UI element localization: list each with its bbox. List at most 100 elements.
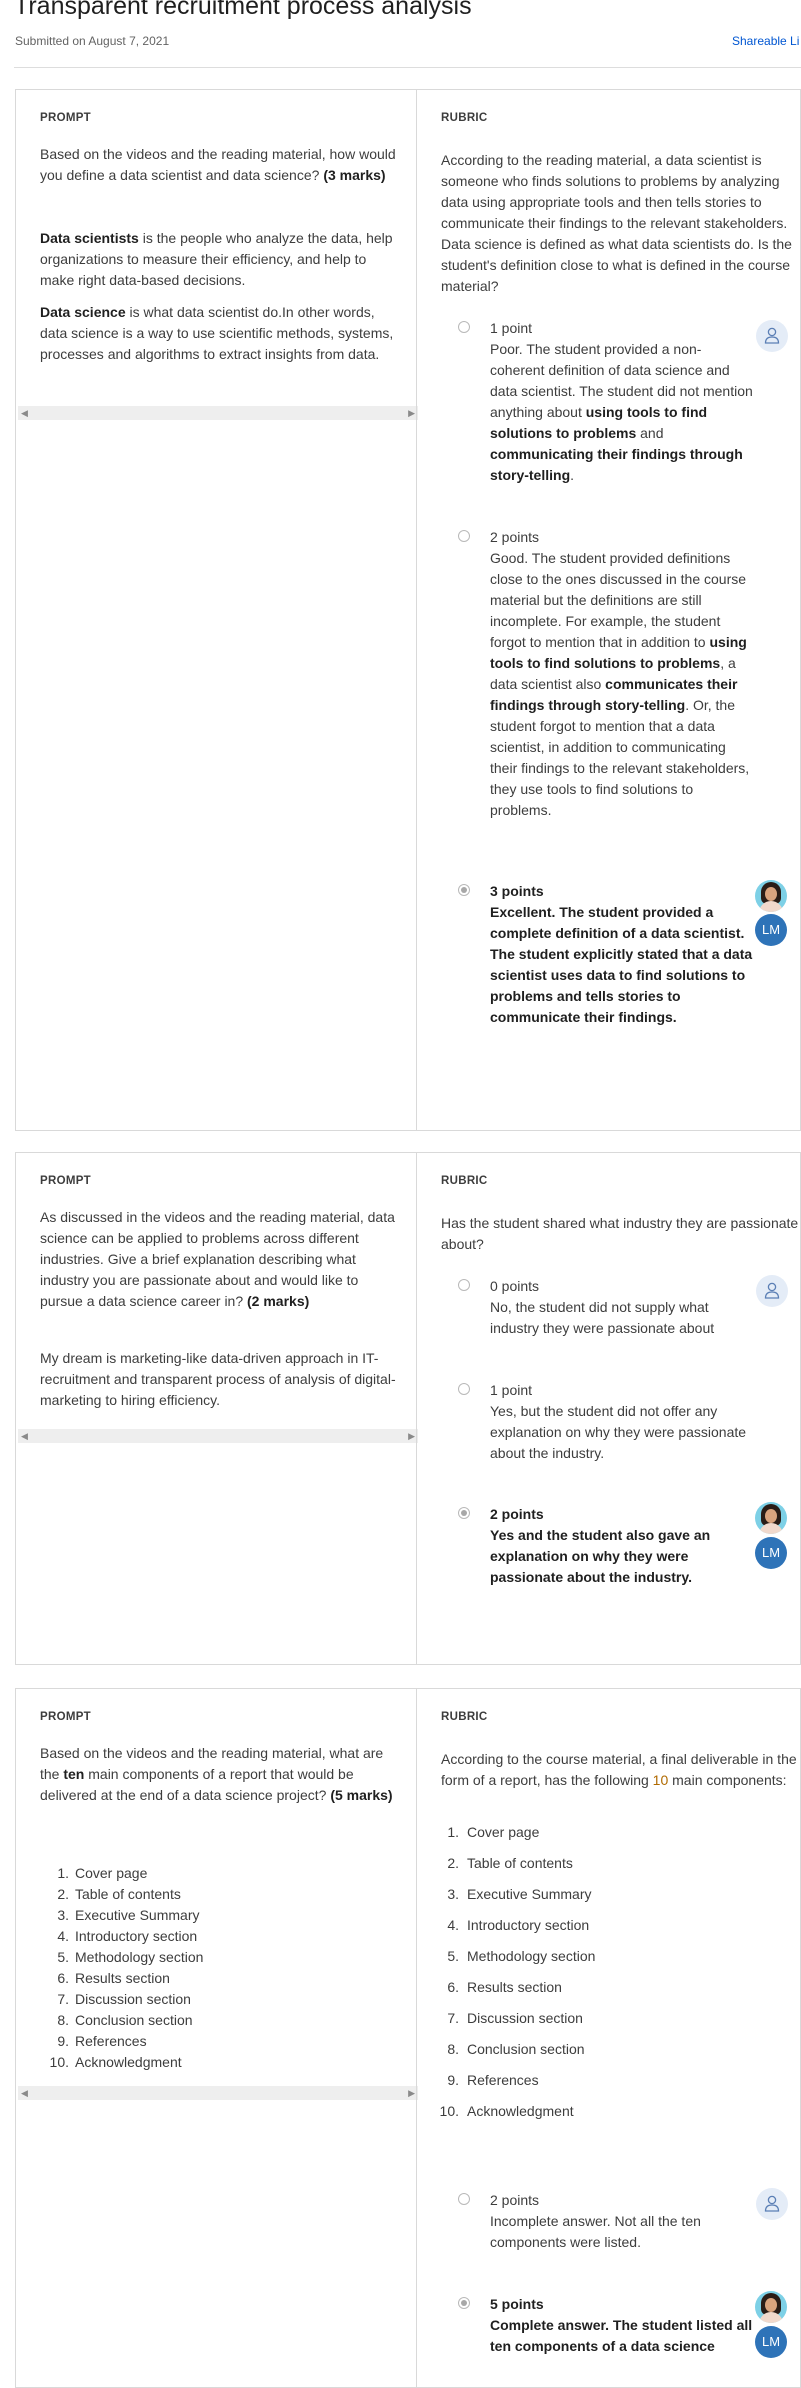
list-item: 10. Acknowledgment <box>49 2054 182 2070</box>
option-description: Yes, but the student did not offer any e… <box>490 1403 747 1461</box>
list-item: 6. Results section <box>447 1979 562 1995</box>
learner-avatar <box>755 880 787 912</box>
rubric-heading: RUBRIC <box>441 112 488 124</box>
prompt-heading: PROMPT <box>40 112 91 124</box>
prompt-question: As discussed in the videos and the readi… <box>40 1209 395 1309</box>
option-text: Good. The student provided definitions c… <box>490 550 747 650</box>
list-item: 1. Cover page <box>447 1824 540 1840</box>
list-item: 7. Discussion section <box>57 1991 191 2007</box>
option-radio-selected[interactable] <box>458 884 470 896</box>
header-divider <box>14 67 801 68</box>
prompt-text: As discussed in the videos and the readi… <box>40 1207 400 1312</box>
left-arrow-icon[interactable]: ◀ <box>21 406 28 420</box>
option-points: 1 point <box>490 1382 533 1398</box>
option-radio-selected[interactable] <box>458 2297 470 2309</box>
answer-term: Data scientists <box>40 230 139 246</box>
option-description: Poor. The student provided a non-coheren… <box>490 339 755 486</box>
list-item: 4. Introductory section <box>447 1917 590 1933</box>
list-item: 9. References <box>447 2072 539 2088</box>
list-item: 3. Executive Summary <box>57 1907 200 1923</box>
shareable-link[interactable]: Shareable Li <box>732 34 799 48</box>
learner-avatar <box>755 2291 787 2323</box>
left-arrow-icon[interactable]: ◀ <box>21 2086 28 2100</box>
list-item: 7. Discussion section <box>447 2010 583 2026</box>
option-description: No, the student did not supply what indu… <box>490 1299 715 1336</box>
left-arrow-icon[interactable]: ◀ <box>21 1429 28 1443</box>
option-radio[interactable] <box>458 321 470 333</box>
prompt-heading: PROMPT <box>40 1711 91 1723</box>
option-text: and <box>636 425 664 441</box>
user-outline-icon <box>756 320 788 352</box>
prompt-text: Based on the videos and the reading mate… <box>40 1743 400 1806</box>
column-divider <box>416 90 417 1130</box>
option-points: 3 points <box>490 883 544 899</box>
list-item: 6. Results section <box>57 1970 170 1986</box>
list-item: 5. Methodology section <box>447 1948 596 1964</box>
option-radio[interactable] <box>458 1383 470 1395</box>
question-card-3: PROMPT Based on the videos and the readi… <box>15 1688 801 2388</box>
option-body: 1 point Poor. The student provided a non… <box>490 318 755 486</box>
option-text: . <box>570 467 575 483</box>
grader-avatar: LM <box>755 914 787 946</box>
option-points: 0 points <box>490 1278 540 1294</box>
option-radio[interactable] <box>458 2193 470 2205</box>
option-description: Complete answer. The student listed all … <box>490 2317 753 2354</box>
rubric-text: main components: <box>668 1772 787 1788</box>
horizontal-scrollbar[interactable]: ◀ ▶ <box>18 1429 418 1443</box>
learner-avatar <box>755 1502 787 1534</box>
option-points: 2 points <box>490 1506 544 1522</box>
column-divider <box>416 1153 417 1664</box>
horizontal-scrollbar[interactable]: ◀ ▶ <box>18 406 418 420</box>
prompt-text: Based on the videos and the reading mate… <box>40 144 400 186</box>
horizontal-scrollbar[interactable]: ◀ ▶ <box>18 2086 418 2100</box>
grader-avatar: LM <box>755 2326 787 2358</box>
list-item: 2. Table of contents <box>447 1855 573 1871</box>
list-item: 5. Methodology section <box>57 1949 204 1965</box>
rubric-criterion: Has the student shared what industry the… <box>441 1215 799 1252</box>
option-description: Yes and the student also gave an explana… <box>490 1527 711 1585</box>
submission-date: Submitted on August 7, 2021 <box>15 34 170 48</box>
option-radio[interactable] <box>458 1279 470 1291</box>
student-answer: Data science is what data scientist do.I… <box>40 302 400 365</box>
list-item: 9. References <box>57 2033 147 2049</box>
prompt-marks: (3 marks) <box>323 167 386 183</box>
student-answer-list: 1. Cover page 2. Table of contents 3. Execu… <box>49 1863 204 2073</box>
list-item: 8. Conclusion section <box>447 2041 585 2057</box>
list-item: 1. Cover page <box>57 1865 148 1881</box>
user-outline-icon <box>756 1275 788 1307</box>
option-text: . Or, the student forgot to mention that… <box>490 697 750 818</box>
option-body: 5 points Complete answer. The student li… <box>490 2294 755 2357</box>
right-arrow-icon[interactable]: ▶ <box>408 406 415 420</box>
list-item: 4. Introductory section <box>57 1928 198 1944</box>
list-item: 3. Executive Summary <box>447 1886 592 1902</box>
option-radio-selected[interactable] <box>458 1507 470 1519</box>
column-divider <box>416 1689 417 2387</box>
option-description: Excellent. The student provided a comple… <box>490 904 753 1025</box>
prompt-marks: (5 marks) <box>330 1787 393 1803</box>
rubric-component-list: 1. Cover page 2. Table of contents 3. Execu… <box>439 1817 596 2127</box>
option-points: 5 points <box>490 2296 544 2312</box>
grader-avatar: LM <box>755 1537 787 1569</box>
student-answer: Data scientists is the people who analyz… <box>40 228 400 291</box>
option-body: 1 point Yes, but the student did not off… <box>490 1380 755 1464</box>
prompt-question: main components of a report that would b… <box>40 1766 354 1803</box>
list-item: 2. Table of contents <box>57 1886 181 1902</box>
right-arrow-icon[interactable]: ▶ <box>408 1429 415 1443</box>
answer-term: Data science <box>40 304 126 320</box>
option-description: Incomplete answer. Not all the ten compo… <box>490 2213 701 2250</box>
right-arrow-icon[interactable]: ▶ <box>408 2086 415 2100</box>
student-answer: My dream is marketing-like data-driven a… <box>40 1350 396 1408</box>
option-body: 0 points No, the student did not supply … <box>490 1276 755 1339</box>
option-points: 2 points <box>490 2192 540 2208</box>
option-radio[interactable] <box>458 530 470 542</box>
rubric-heading: RUBRIC <box>441 1711 488 1723</box>
list-item: 10. Acknowledgment <box>439 2103 574 2119</box>
list-item: 8. Conclusion section <box>57 2012 193 2028</box>
option-body: 2 points Good. The student provided defi… <box>490 527 755 821</box>
page-title: Transparent recruitment process analysis <box>14 0 472 20</box>
option-description: Good. The student provided definitions c… <box>490 548 755 821</box>
option-points: 1 point <box>490 320 533 336</box>
user-outline-icon <box>756 2188 788 2220</box>
question-card-1: PROMPT Based on the videos and the readi… <box>15 89 801 1131</box>
option-body: 2 points Incomplete answer. Not all the … <box>490 2190 755 2253</box>
